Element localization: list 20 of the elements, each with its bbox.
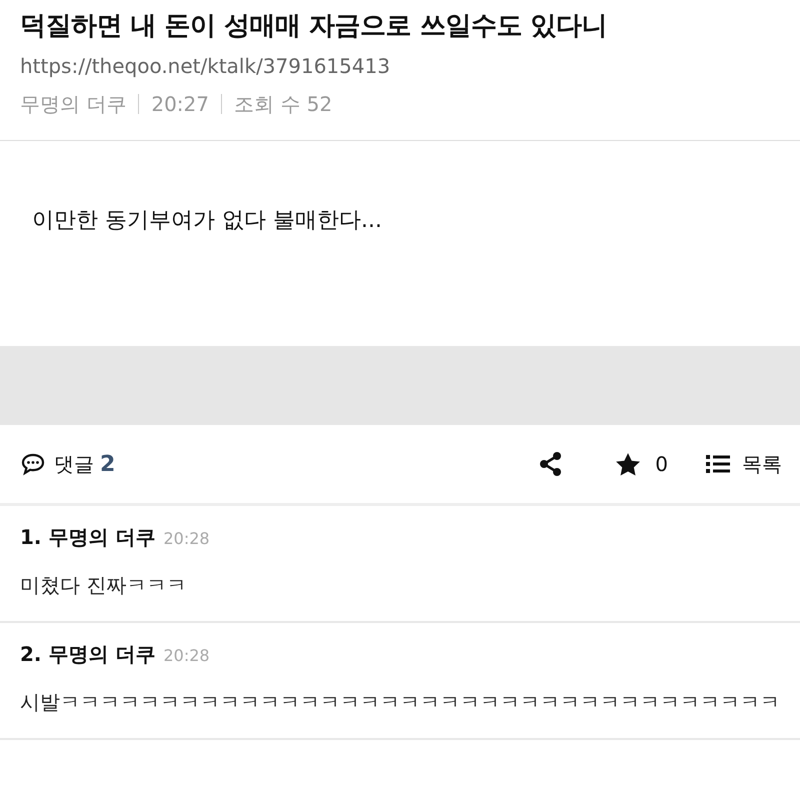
- author-name: 무명의 더쿠: [20, 91, 126, 118]
- view-count: 조회 수 52: [234, 91, 332, 118]
- comment-time: 20:28: [163, 529, 210, 548]
- comment-text: 시발ㅋㅋㅋㅋㅋㅋㅋㅋㅋㅋㅋㅋㅋㅋㅋㅋㅋㅋㅋㅋㅋㅋㅋㅋㅋㅋㅋㅋㅋㅋㅋㅋㅋㅋㅋㅋ: [20, 689, 780, 716]
- comment-time: 20:28: [163, 646, 210, 665]
- comment-count: 2: [100, 452, 116, 476]
- comment-author: 1. 무명의 더쿠: [20, 524, 156, 551]
- post-url[interactable]: https://theqoo.net/ktalk/3791615413: [20, 50, 780, 82]
- share-icon[interactable]: [539, 451, 564, 477]
- post-title: 덕질하면 내 돈이 성매매 자금으로 쓰일수도 있다니: [20, 10, 608, 43]
- comment-icon: [20, 452, 46, 476]
- post-body: 이만한 동기부여가 없다 불매한다...: [32, 208, 382, 233]
- comment-text: 미쳤다 진짜ㅋㅋㅋ: [20, 572, 188, 599]
- comment-author: 2. 무명의 더쿠: [20, 641, 156, 668]
- star-count: 0: [655, 452, 668, 476]
- comments-label: 댓글: [54, 450, 94, 478]
- post-time: 20:27: [151, 91, 209, 118]
- list-icon[interactable]: [706, 454, 730, 474]
- list-link[interactable]: 목록: [742, 450, 782, 478]
- star-icon[interactable]: [615, 452, 642, 476]
